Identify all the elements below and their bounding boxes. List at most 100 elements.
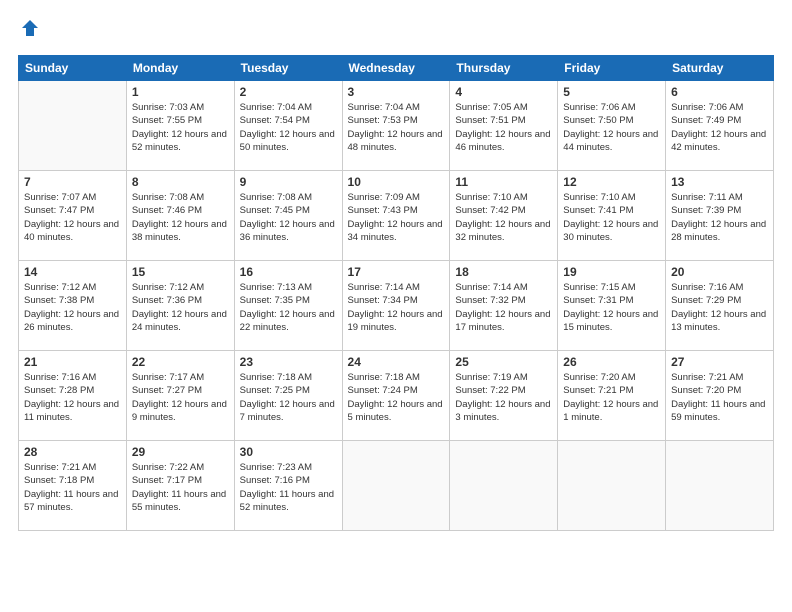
calendar-day-cell: 17Sunrise: 7:14 AMSunset: 7:34 PMDayligh… xyxy=(342,261,450,351)
day-detail: Sunrise: 7:17 AMSunset: 7:27 PMDaylight:… xyxy=(132,371,229,424)
day-detail: Sunrise: 7:04 AMSunset: 7:53 PMDaylight:… xyxy=(348,101,445,154)
day-number: 20 xyxy=(671,265,768,279)
calendar-week-row: 7 Sunrise: 7:07 AMSunset: 7:47 PMDaylight… xyxy=(19,171,774,261)
day-number: 25 xyxy=(455,355,552,369)
header xyxy=(18,18,774,43)
day-detail: Sunrise: 7:06 AMSunset: 7:49 PMDaylight:… xyxy=(671,101,768,154)
calendar-day-cell: 1 Sunrise: 7:03 AMSunset: 7:55 PMDaylight… xyxy=(126,81,234,171)
calendar-day-cell: 29 Sunrise: 7:22 AMSunset: 7:17 PMDayligh… xyxy=(126,441,234,531)
day-detail: Sunrise: 7:07 AMSunset: 7:47 PMDaylight:… xyxy=(24,191,121,244)
calendar-day-cell: 23 Sunrise: 7:18 AMSunset: 7:25 PMDayligh… xyxy=(234,351,342,441)
calendar-day-cell: 13 Sunrise: 7:11 AMSunset: 7:39 PMDayligh… xyxy=(666,171,774,261)
day-number: 18 xyxy=(455,265,552,279)
calendar-day-cell: 2 Sunrise: 7:04 AMSunset: 7:54 PMDaylight… xyxy=(234,81,342,171)
calendar-day-cell xyxy=(558,441,666,531)
page: SundayMondayTuesdayWednesdayThursdayFrid… xyxy=(0,0,792,612)
day-detail: Sunrise: 7:04 AMSunset: 7:54 PMDaylight:… xyxy=(240,101,337,154)
col-header-wednesday: Wednesday xyxy=(342,56,450,81)
day-number: 23 xyxy=(240,355,337,369)
calendar-day-cell: 16 Sunrise: 7:13 AMSunset: 7:35 PMDayligh… xyxy=(234,261,342,351)
calendar-day-cell: 7 Sunrise: 7:07 AMSunset: 7:47 PMDaylight… xyxy=(19,171,127,261)
calendar-week-row: 1 Sunrise: 7:03 AMSunset: 7:55 PMDaylight… xyxy=(19,81,774,171)
calendar-day-cell: 4 Sunrise: 7:05 AMSunset: 7:51 PMDaylight… xyxy=(450,81,558,171)
calendar-day-cell: 26 Sunrise: 7:20 AMSunset: 7:21 PMDayligh… xyxy=(558,351,666,441)
calendar-day-cell: 14 Sunrise: 7:12 AMSunset: 7:38 PMDayligh… xyxy=(19,261,127,351)
calendar-day-cell: 10 Sunrise: 7:09 AMSunset: 7:43 PMDayligh… xyxy=(342,171,450,261)
day-number: 11 xyxy=(455,175,552,189)
calendar-day-cell: 24Sunrise: 7:18 AMSunset: 7:24 PMDayligh… xyxy=(342,351,450,441)
calendar-day-cell: 11 Sunrise: 7:10 AMSunset: 7:42 PMDayligh… xyxy=(450,171,558,261)
col-header-thursday: Thursday xyxy=(450,56,558,81)
calendar-day-cell: 9Sunrise: 7:08 AMSunset: 7:45 PMDaylight… xyxy=(234,171,342,261)
day-detail: Sunrise: 7:14 AMSunset: 7:32 PMDaylight:… xyxy=(455,281,552,334)
day-number: 2 xyxy=(240,85,337,99)
day-number: 29 xyxy=(132,445,229,459)
day-detail: Sunrise: 7:18 AMSunset: 7:25 PMDaylight:… xyxy=(240,371,337,424)
day-number: 4 xyxy=(455,85,552,99)
calendar-day-cell: 25Sunrise: 7:19 AMSunset: 7:22 PMDayligh… xyxy=(450,351,558,441)
day-number: 13 xyxy=(671,175,768,189)
day-detail: Sunrise: 7:16 AMSunset: 7:28 PMDaylight:… xyxy=(24,371,121,424)
day-detail: Sunrise: 7:03 AMSunset: 7:55 PMDaylight:… xyxy=(132,101,229,154)
calendar-day-cell: 8 Sunrise: 7:08 AMSunset: 7:46 PMDaylight… xyxy=(126,171,234,261)
day-detail: Sunrise: 7:12 AMSunset: 7:38 PMDaylight:… xyxy=(24,281,121,334)
day-detail: Sunrise: 7:06 AMSunset: 7:50 PMDaylight:… xyxy=(563,101,660,154)
calendar-day-cell: 6Sunrise: 7:06 AMSunset: 7:49 PMDaylight… xyxy=(666,81,774,171)
day-number: 5 xyxy=(563,85,660,99)
calendar-day-cell: 30 Sunrise: 7:23 AMSunset: 7:16 PMDayligh… xyxy=(234,441,342,531)
day-number: 3 xyxy=(348,85,445,99)
day-number: 19 xyxy=(563,265,660,279)
calendar-day-cell: 21 Sunrise: 7:16 AMSunset: 7:28 PMDayligh… xyxy=(19,351,127,441)
calendar-day-cell xyxy=(450,441,558,531)
calendar-day-cell: 3 Sunrise: 7:04 AMSunset: 7:53 PMDaylight… xyxy=(342,81,450,171)
day-detail: Sunrise: 7:08 AMSunset: 7:46 PMDaylight:… xyxy=(132,191,229,244)
calendar-day-cell xyxy=(666,441,774,531)
day-detail: Sunrise: 7:09 AMSunset: 7:43 PMDaylight:… xyxy=(348,191,445,244)
calendar-week-row: 28 Sunrise: 7:21 AMSunset: 7:18 PMDayligh… xyxy=(19,441,774,531)
day-number: 10 xyxy=(348,175,445,189)
calendar-week-row: 14 Sunrise: 7:12 AMSunset: 7:38 PMDayligh… xyxy=(19,261,774,351)
day-detail: Sunrise: 7:12 AMSunset: 7:36 PMDaylight:… xyxy=(132,281,229,334)
day-detail: Sunrise: 7:10 AMSunset: 7:42 PMDaylight:… xyxy=(455,191,552,244)
day-detail: Sunrise: 7:05 AMSunset: 7:51 PMDaylight:… xyxy=(455,101,552,154)
day-detail: Sunrise: 7:11 AMSunset: 7:39 PMDaylight:… xyxy=(671,191,768,244)
calendar-day-cell: 20 Sunrise: 7:16 AMSunset: 7:29 PMDayligh… xyxy=(666,261,774,351)
day-detail: Sunrise: 7:16 AMSunset: 7:29 PMDaylight:… xyxy=(671,281,768,334)
col-header-friday: Friday xyxy=(558,56,666,81)
calendar-day-cell xyxy=(19,81,127,171)
col-header-sunday: Sunday xyxy=(19,56,127,81)
logo-icon xyxy=(20,18,40,38)
day-detail: Sunrise: 7:20 AMSunset: 7:21 PMDaylight:… xyxy=(563,371,660,424)
day-number: 26 xyxy=(563,355,660,369)
day-number: 1 xyxy=(132,85,229,99)
day-number: 12 xyxy=(563,175,660,189)
day-detail: Sunrise: 7:10 AMSunset: 7:41 PMDaylight:… xyxy=(563,191,660,244)
day-number: 27 xyxy=(671,355,768,369)
day-detail: Sunrise: 7:23 AMSunset: 7:16 PMDaylight:… xyxy=(240,461,337,514)
day-detail: Sunrise: 7:14 AMSunset: 7:34 PMDaylight:… xyxy=(348,281,445,334)
logo xyxy=(18,18,40,43)
day-number: 30 xyxy=(240,445,337,459)
day-detail: Sunrise: 7:21 AMSunset: 7:18 PMDaylight:… xyxy=(24,461,121,514)
day-detail: Sunrise: 7:13 AMSunset: 7:35 PMDaylight:… xyxy=(240,281,337,334)
day-detail: Sunrise: 7:15 AMSunset: 7:31 PMDaylight:… xyxy=(563,281,660,334)
day-detail: Sunrise: 7:08 AMSunset: 7:45 PMDaylight:… xyxy=(240,191,337,244)
day-number: 21 xyxy=(24,355,121,369)
calendar-day-cell: 18 Sunrise: 7:14 AMSunset: 7:32 PMDayligh… xyxy=(450,261,558,351)
day-number: 7 xyxy=(24,175,121,189)
col-header-saturday: Saturday xyxy=(666,56,774,81)
day-number: 24 xyxy=(348,355,445,369)
day-detail: Sunrise: 7:22 AMSunset: 7:17 PMDaylight:… xyxy=(132,461,229,514)
col-header-monday: Monday xyxy=(126,56,234,81)
calendar-table: SundayMondayTuesdayWednesdayThursdayFrid… xyxy=(18,55,774,531)
day-number: 14 xyxy=(24,265,121,279)
calendar-week-row: 21 Sunrise: 7:16 AMSunset: 7:28 PMDayligh… xyxy=(19,351,774,441)
day-number: 8 xyxy=(132,175,229,189)
calendar-header-row: SundayMondayTuesdayWednesdayThursdayFrid… xyxy=(19,56,774,81)
calendar-day-cell: 28 Sunrise: 7:21 AMSunset: 7:18 PMDayligh… xyxy=(19,441,127,531)
calendar-day-cell: 5 Sunrise: 7:06 AMSunset: 7:50 PMDaylight… xyxy=(558,81,666,171)
day-number: 22 xyxy=(132,355,229,369)
col-header-tuesday: Tuesday xyxy=(234,56,342,81)
day-number: 28 xyxy=(24,445,121,459)
day-number: 16 xyxy=(240,265,337,279)
